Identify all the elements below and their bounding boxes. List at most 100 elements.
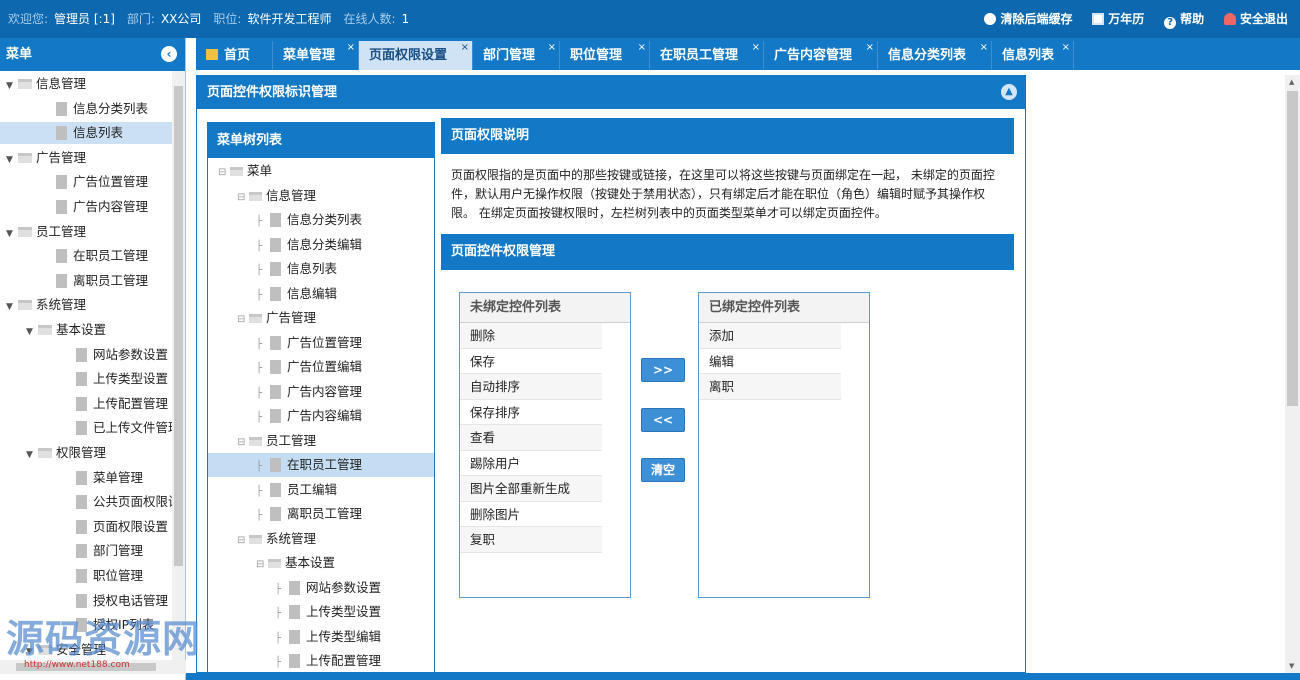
- collapse-node-icon[interactable]: ⊟: [218, 161, 228, 185]
- expand-toggle-icon[interactable]: ▼: [6, 149, 16, 171]
- sidebar-item[interactable]: 在职员工管理: [0, 245, 172, 267]
- tab[interactable]: 在职员工管理 ×: [650, 41, 764, 70]
- tab[interactable]: 菜单管理 ×: [273, 41, 359, 70]
- tab-close-icon[interactable]: ×: [1062, 33, 1070, 62]
- sidebar-item[interactable]: 网站参数设置: [0, 344, 172, 366]
- sidebar-item[interactable]: 菜单管理: [0, 467, 172, 489]
- expand-toggle-icon[interactable]: ▼: [26, 321, 36, 343]
- menu-tree-folder[interactable]: ⊟ 系统管理: [208, 527, 434, 551]
- collapse-node-icon[interactable]: ⊟: [237, 431, 247, 455]
- collapse-panel-icon[interactable]: ▲: [1001, 84, 1017, 100]
- menu-tree-item[interactable]: ├ 广告内容编辑: [208, 404, 434, 428]
- tab[interactable]: 信息列表 ×: [992, 41, 1074, 70]
- help-button[interactable]: ? 帮助: [1164, 0, 1204, 38]
- menu-tree-folder[interactable]: ⊟ 菜单: [208, 159, 434, 183]
- menu-tree-item[interactable]: ├ 广告内容管理: [208, 380, 434, 404]
- menu-tree-folder[interactable]: ⊟ 基本设置: [208, 551, 434, 575]
- main-vertical-scrollbar[interactable]: ▲ ▼: [1285, 75, 1300, 673]
- sidebar-item[interactable]: 页面权限设置: [0, 516, 172, 538]
- bind-button[interactable]: >>: [641, 358, 685, 382]
- control-list-item[interactable]: 离职: [699, 374, 841, 400]
- tab[interactable]: 信息分类列表 ×: [878, 41, 992, 70]
- main-scroll-thumb[interactable]: [1287, 91, 1298, 406]
- sidebar-folder[interactable]: ▼ 员工管理: [0, 221, 172, 243]
- menu-tree-item[interactable]: ├ 员工编辑: [208, 478, 434, 502]
- sidebar-folder[interactable]: ▼ 广告管理: [0, 147, 172, 169]
- tab-close-icon[interactable]: ×: [548, 33, 556, 62]
- sidebar-item[interactable]: 上传类型设置: [0, 368, 172, 390]
- control-list-item[interactable]: 保存排序: [460, 400, 602, 425]
- sidebar-item[interactable]: 上传配置管理: [0, 393, 172, 415]
- expand-toggle-icon[interactable]: ▼: [26, 444, 36, 466]
- sidebar-item[interactable]: 已上传文件管理: [0, 417, 172, 439]
- sidebar-item[interactable]: 部门管理: [0, 540, 172, 562]
- expand-toggle-icon[interactable]: ▼: [6, 223, 16, 245]
- tab-close-icon[interactable]: ×: [638, 33, 646, 62]
- tab-close-icon[interactable]: ×: [866, 33, 874, 62]
- clear-cache-button[interactable]: 清除后端缓存: [984, 0, 1072, 38]
- menu-tree-item[interactable]: ├ 信息分类编辑: [208, 233, 434, 257]
- sidebar-folder[interactable]: ▼ 基本设置: [0, 319, 172, 341]
- file-icon: [289, 629, 300, 644]
- menu-tree-folder[interactable]: ⊟ 员工管理: [208, 429, 434, 453]
- control-list-item[interactable]: 编辑: [699, 349, 841, 374]
- sidebar-vertical-scrollbar[interactable]: [172, 71, 185, 661]
- unbind-button[interactable]: <<: [641, 408, 685, 432]
- sidebar-item[interactable]: 公共页面权限设置: [0, 491, 172, 513]
- tab[interactable]: 职位管理 ×: [560, 41, 650, 70]
- menu-tree-label: 广告位置编辑: [287, 359, 363, 374]
- control-list-item[interactable]: 踢除用户: [460, 451, 602, 476]
- scroll-up-icon[interactable]: ▲: [1289, 78, 1294, 86]
- expand-toggle-icon[interactable]: ▼: [6, 75, 16, 97]
- sidebar-item[interactable]: 广告内容管理: [0, 196, 172, 218]
- collapse-node-icon[interactable]: ⊟: [237, 186, 247, 210]
- tab[interactable]: 页面权限设置 ×: [359, 41, 473, 70]
- sidebar-item[interactable]: 职位管理: [0, 565, 172, 587]
- sidebar-scroll-thumb[interactable]: [174, 86, 183, 566]
- control-list-item[interactable]: 删除: [460, 323, 602, 349]
- file-icon: [56, 126, 67, 141]
- menu-tree-item[interactable]: ├ 离职员工管理: [208, 502, 434, 526]
- sidebar-item[interactable]: 离职员工管理: [0, 270, 172, 292]
- tab-close-icon[interactable]: ×: [980, 33, 988, 62]
- control-list-item[interactable]: 删除图片: [460, 502, 602, 527]
- sidebar-item-label: 广告管理: [36, 149, 87, 165]
- menu-tree-folder[interactable]: ⊟ 信息管理: [208, 184, 434, 208]
- control-list-item[interactable]: 自动排序: [460, 374, 602, 400]
- tab-close-icon[interactable]: ×: [752, 33, 760, 62]
- tab-close-icon[interactable]: ×: [347, 33, 355, 62]
- sidebar-folder[interactable]: ▼ 系统管理: [0, 294, 172, 316]
- logout-button[interactable]: 安全退出: [1223, 0, 1288, 38]
- control-list-item[interactable]: 查看: [460, 425, 602, 451]
- control-list-item[interactable]: 复职: [460, 527, 602, 553]
- menu-tree-item[interactable]: ├ 在职员工管理: [208, 453, 434, 477]
- control-list-item[interactable]: 添加: [699, 323, 841, 349]
- menu-tree-item[interactable]: ├ 网站参数设置: [208, 576, 434, 600]
- control-list-item[interactable]: 图片全部重新生成: [460, 476, 602, 502]
- menu-tree-item[interactable]: ├ 广告位置编辑: [208, 355, 434, 379]
- tab[interactable]: 广告内容管理 ×: [764, 41, 878, 70]
- collapse-node-icon[interactable]: ⊟: [237, 529, 247, 553]
- menu-tree-item[interactable]: ├ 信息列表: [208, 257, 434, 281]
- folder-icon: [18, 300, 32, 311]
- collapse-sidebar-icon[interactable]: ‹: [161, 46, 177, 62]
- clear-button[interactable]: 清空: [641, 458, 685, 482]
- tab[interactable]: 首页: [196, 41, 273, 70]
- scroll-down-icon[interactable]: ▼: [1289, 662, 1294, 670]
- tab-close-icon[interactable]: ×: [461, 33, 469, 62]
- sidebar-item[interactable]: 信息列表: [0, 122, 172, 145]
- collapse-node-icon[interactable]: ⊟: [237, 308, 247, 332]
- collapse-node-icon[interactable]: ⊟: [256, 553, 266, 577]
- sidebar-item[interactable]: 广告位置管理: [0, 171, 172, 193]
- tab[interactable]: 部门管理 ×: [473, 41, 560, 70]
- sidebar-folder[interactable]: ▼ 权限管理: [0, 442, 172, 464]
- menu-tree-item[interactable]: ├ 信息编辑: [208, 282, 434, 306]
- menu-tree-folder[interactable]: ⊟ 广告管理: [208, 306, 434, 330]
- sidebar-item[interactable]: 信息分类列表: [0, 98, 172, 120]
- expand-toggle-icon[interactable]: ▼: [6, 296, 16, 318]
- menu-tree-item[interactable]: ├ 信息分类列表: [208, 208, 434, 232]
- menu-tree-item[interactable]: ├ 广告位置管理: [208, 331, 434, 355]
- sidebar-folder[interactable]: ▼ 信息管理: [0, 73, 172, 95]
- calendar-button[interactable]: 万年历: [1092, 0, 1144, 38]
- control-list-item[interactable]: 保存: [460, 349, 602, 374]
